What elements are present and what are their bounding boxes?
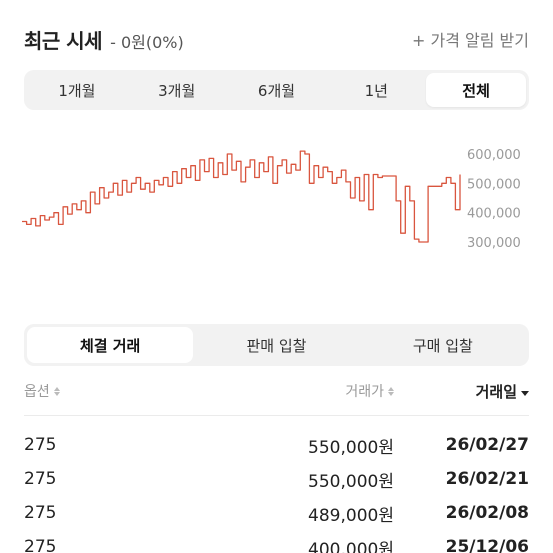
price-cell: 550,000원: [308, 437, 394, 458]
date-cell: 26/02/08: [445, 503, 529, 523]
price-header: 최근 시세 - 0원(0%) + 가격 알림 받기: [24, 24, 529, 54]
date-cell: 26/02/21: [445, 469, 529, 489]
option-cell: 275: [24, 503, 57, 523]
price-series-line: [22, 150, 461, 243]
tab-6-months[interactable]: 6개월: [227, 73, 327, 107]
tab-sell-bids[interactable]: 판매 입찰: [193, 327, 359, 363]
price-alert-button[interactable]: + 가격 알림 받기: [412, 27, 529, 51]
option-cell: 275: [24, 469, 57, 489]
period-tabs: 1개월 3개월 6개월 1년 전체: [24, 70, 529, 110]
y-tick-label: 500,000: [467, 177, 521, 192]
tab-1-month[interactable]: 1개월: [27, 73, 127, 107]
option-cell: 275: [24, 435, 57, 455]
divider: [24, 415, 529, 416]
date-cell: 25/12/06: [445, 537, 529, 553]
option-column-header[interactable]: 옵션: [24, 381, 164, 401]
tab-3-months[interactable]: 3개월: [127, 73, 227, 107]
option-cell: 275: [24, 537, 57, 553]
trade-tabs: 체결 거래 판매 입찰 구매 입찰: [24, 324, 529, 366]
tab-1-year[interactable]: 1년: [326, 73, 426, 107]
trade-list: 275 550,000원 26/02/27 275 550,000원 26/02…: [24, 428, 529, 553]
table-row: 275 550,000원 26/02/27: [24, 428, 529, 462]
tab-completed-trades[interactable]: 체결 거래: [27, 327, 194, 363]
date-column-header[interactable]: 거래일: [394, 381, 529, 402]
price-cell: 400,000원: [308, 539, 394, 553]
price-column-header[interactable]: 거래가: [164, 381, 394, 401]
price-change: - 0원(0%): [110, 32, 184, 52]
y-tick-label: 600,000: [467, 148, 521, 163]
price-cell: 550,000원: [308, 471, 394, 492]
page-title: 최근 시세: [24, 28, 103, 53]
option-header-label: 옵션: [24, 384, 50, 400]
table-row: 275 400,000원 25/12/06: [24, 530, 529, 553]
table-header: 옵션 거래가 거래일: [24, 378, 529, 404]
price-chart-y-axis: 600,000 500,000 400,000 300,000: [467, 148, 521, 251]
sort-icon: [53, 386, 60, 396]
title-wrap: 최근 시세 - 0원(0%): [24, 25, 184, 54]
table-row: 275 489,000원 26/02/08: [24, 496, 529, 530]
y-tick-label: 300,000: [467, 236, 521, 251]
tab-buy-bids[interactable]: 구매 입찰: [360, 327, 526, 363]
price-cell: 489,000원: [308, 505, 394, 526]
date-cell: 26/02/27: [445, 435, 529, 455]
y-tick-label: 400,000: [467, 207, 521, 222]
price-chart: 600,000 500,000 400,000 300,000: [22, 148, 521, 251]
price-chart-lines: [22, 150, 461, 243]
price-header-label: 거래가: [345, 384, 384, 400]
tab-all[interactable]: 전체: [426, 73, 526, 107]
sort-desc-icon: [521, 386, 529, 396]
date-header-label: 거래일: [475, 382, 517, 401]
table-row: 275 550,000원 26/02/21: [24, 462, 529, 496]
